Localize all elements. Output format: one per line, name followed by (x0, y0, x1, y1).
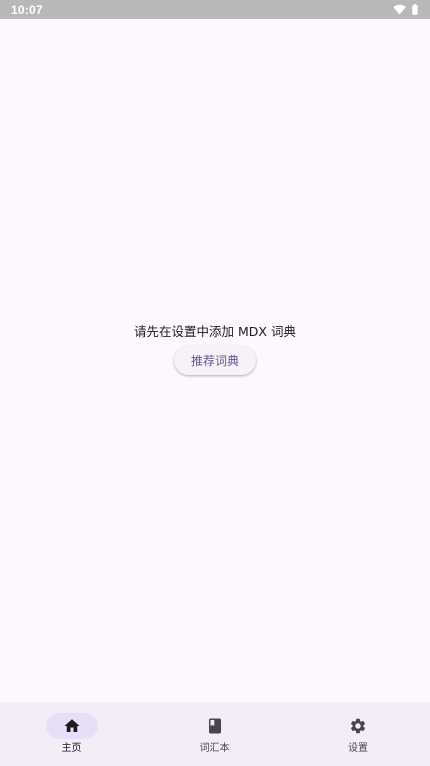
nav-item-vocabulary[interactable]: 词汇本 (143, 702, 286, 766)
nav-label-settings: 设置 (348, 743, 368, 754)
status-icons (393, 4, 418, 15)
gear-icon (349, 717, 367, 735)
main-content: 请先在设置中添加 MDX 词典 推荐词典 (0, 19, 430, 702)
status-bar: 10:07 (0, 0, 430, 19)
empty-state-message: 请先在设置中添加 MDX 词典 (134, 324, 296, 339)
status-time: 10:07 (11, 2, 43, 17)
recommend-dictionaries-button[interactable]: 推荐词典 (174, 346, 256, 375)
nav-label-vocabulary: 词汇本 (199, 743, 230, 754)
wifi-icon (393, 4, 406, 15)
nav-label-home: 主页 (61, 743, 82, 754)
nav-item-settings[interactable]: 设置 (286, 702, 430, 766)
nav-item-home[interactable]: 主页 (0, 702, 143, 766)
bottom-navigation: 主页 词汇本 设置 (0, 702, 430, 766)
home-icon (63, 717, 81, 735)
book-icon (206, 717, 224, 735)
battery-icon (412, 4, 418, 15)
